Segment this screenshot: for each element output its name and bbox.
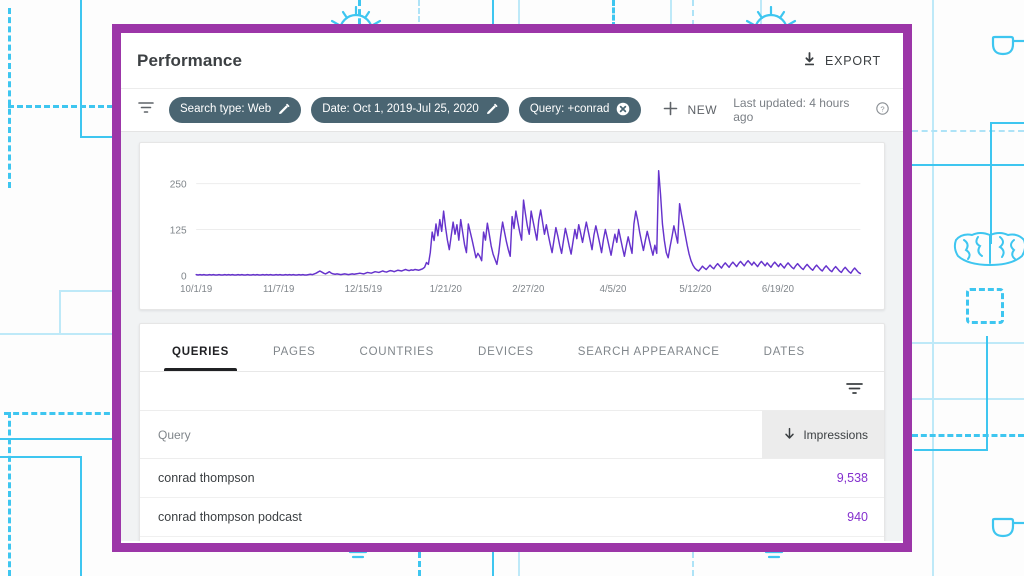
deco-dashed-line — [912, 434, 1024, 437]
deco-solid-line — [492, 552, 494, 576]
pencil-icon — [486, 103, 498, 118]
column-header-query[interactable]: Query — [140, 411, 762, 458]
pencil-icon — [278, 103, 290, 118]
deco-solid-line — [912, 164, 1024, 166]
deco-solid-line — [912, 342, 1024, 344]
deco-solid-line — [912, 398, 1024, 400]
table-row[interactable]: conrad thompson9,538 — [140, 459, 884, 498]
deco-dashed-line — [4, 412, 119, 415]
export-button[interactable]: EXPORT — [796, 46, 887, 76]
close-circle-icon[interactable] — [616, 102, 630, 119]
x-tick-label: 2/27/20 — [512, 284, 545, 295]
performance-chart[interactable]: 0 125 250 10/1/19 11/7/19 12/15/19 1/21/20 2/2… — [150, 149, 870, 305]
tab-pages[interactable]: PAGES — [251, 346, 338, 371]
help-circle-icon[interactable]: ? — [876, 102, 889, 118]
y-tick-label: 250 — [170, 179, 187, 190]
deco-dashed-line — [692, 0, 694, 26]
y-tick-label: 0 — [181, 271, 187, 282]
deco-dashed-line — [8, 105, 113, 108]
deco-solid-line — [0, 333, 118, 335]
brain-icon — [952, 232, 1024, 271]
filter-funnel-icon[interactable] — [137, 100, 155, 120]
deco-solid-line — [760, 0, 762, 26]
plus-icon — [663, 101, 678, 119]
tab-queries[interactable]: QUERIES — [150, 346, 251, 371]
app-header: Performance EXPORT — [121, 33, 903, 88]
x-tick-label: 5/12/20 — [679, 284, 712, 295]
arrow-down-icon — [783, 427, 796, 443]
deco-solid-line — [80, 0, 82, 138]
app-window-frame: Performance EXPORT — [112, 24, 912, 552]
deco-solid-line — [914, 449, 988, 451]
tab-search-appearance[interactable]: SEARCH APPEARANCE — [556, 346, 742, 371]
chart-line-series — [196, 171, 860, 275]
table-body: conrad thompson9,538conrad thompson podc… — [140, 459, 884, 541]
download-icon — [802, 52, 817, 70]
deco-solid-line — [59, 290, 61, 334]
x-tick-label: 10/1/19 — [180, 284, 212, 295]
screenshot-root: Performance EXPORT — [0, 0, 1024, 576]
deco-dashed-line — [692, 552, 694, 576]
deco-solid-line — [0, 438, 118, 440]
cell-impressions: 940 — [762, 510, 884, 524]
chip-label: Query: +conrad — [530, 104, 610, 116]
filter-chip-query[interactable]: Query: +conrad — [519, 97, 642, 123]
deco-dashed-line — [418, 552, 421, 576]
dashed-square-icon — [966, 288, 1004, 324]
cell-impressions: 9,538 — [762, 471, 884, 485]
x-tick-label: 6/19/20 — [762, 284, 795, 295]
column-header-impressions[interactable]: Impressions — [762, 411, 884, 458]
y-tick-label: 125 — [170, 225, 187, 236]
deco-dashed-line — [912, 130, 1024, 132]
deco-dashed-line — [8, 8, 11, 188]
deco-solid-line — [518, 552, 520, 576]
table-header-row: Query Impressions — [140, 411, 884, 459]
cell-query: conrad thompson — [140, 471, 762, 485]
last-updated-status: Last updated: 4 hours ago ? — [733, 96, 889, 124]
deco-solid-line — [990, 122, 992, 244]
chart-y-axis-labels: 0 125 250 — [170, 179, 187, 282]
x-tick-label: 4/5/20 — [600, 284, 627, 295]
deco-solid-line — [986, 336, 988, 450]
x-tick-label: 11/7/19 — [263, 284, 294, 295]
cell-query: conrad thompson podcast — [140, 510, 762, 524]
column-header-label: Impressions — [803, 428, 868, 442]
filter-chip-search-type[interactable]: Search type: Web — [169, 97, 301, 123]
app-window: Performance EXPORT — [121, 33, 903, 543]
deco-solid-line — [0, 456, 82, 458]
glasses-icon — [990, 34, 1024, 63]
tab-dates[interactable]: DATES — [742, 346, 827, 371]
svg-text:?: ? — [880, 104, 884, 113]
filter-chip-date[interactable]: Date: Oct 1, 2019-Jul 25, 2020 — [311, 97, 509, 123]
new-label: NEW — [687, 103, 717, 117]
table-toolbar — [140, 372, 884, 411]
glasses-icon — [990, 516, 1024, 545]
deco-solid-line — [670, 0, 672, 26]
table-row[interactable]: conrad thompson podcasts472 — [140, 537, 884, 541]
content-area: 0 125 250 10/1/19 11/7/19 12/15/19 1/21/20 2/2… — [121, 132, 903, 541]
table-row[interactable]: conrad thompson podcast940 — [140, 498, 884, 537]
tab-countries[interactable]: COUNTRIES — [338, 346, 456, 371]
chart-x-axis-labels: 10/1/19 11/7/19 12/15/19 1/21/20 2/27/20 4/5/… — [180, 284, 794, 295]
filter-funnel-icon[interactable] — [845, 381, 864, 402]
deco-dashed-line — [8, 412, 11, 576]
page-title: Performance — [137, 51, 242, 71]
chip-label: Search type: Web — [180, 104, 271, 116]
performance-chart-card: 0 125 250 10/1/19 11/7/19 12/15/19 1/21/20 2/2… — [139, 142, 885, 310]
deco-solid-line — [990, 122, 1024, 124]
x-tick-label: 12/15/19 — [345, 284, 382, 295]
export-label: EXPORT — [825, 54, 881, 68]
x-tick-label: 1/21/20 — [430, 284, 463, 295]
tab-devices[interactable]: DEVICES — [456, 346, 556, 371]
deco-solid-line — [80, 456, 82, 576]
chip-label: Date: Oct 1, 2019-Jul 25, 2020 — [322, 104, 479, 116]
dimension-tabs: QUERIESPAGESCOUNTRIESDEVICESSEARCH APPEA… — [140, 324, 884, 372]
filter-bar: Search type: Web Date: Oct 1, 2019-Jul 2… — [121, 88, 903, 132]
deco-solid-line — [932, 0, 934, 576]
dimension-table-card: QUERIESPAGESCOUNTRIESDEVICESSEARCH APPEA… — [139, 323, 885, 541]
new-filter-button[interactable]: NEW — [657, 100, 723, 120]
deco-solid-line — [59, 290, 119, 292]
last-updated-label: Last updated: 4 hours ago — [733, 96, 870, 124]
